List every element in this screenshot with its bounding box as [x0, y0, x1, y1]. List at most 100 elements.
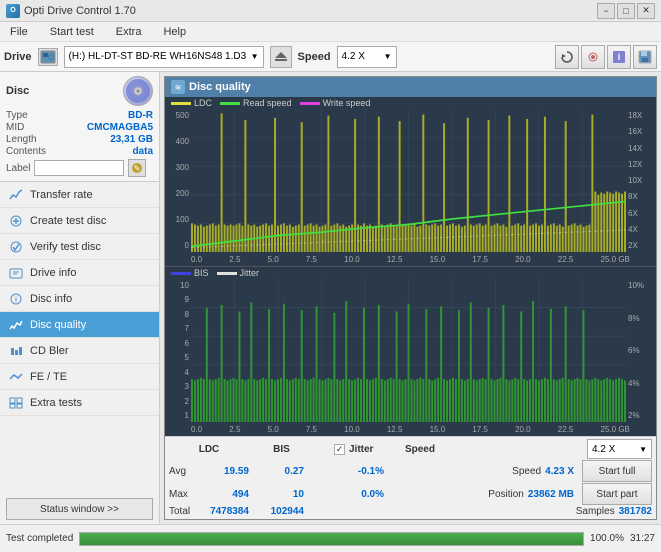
speed-dropdown[interactable]: 4.2 X ▼: [337, 46, 397, 68]
legend-bis: BIS: [171, 268, 209, 278]
stats-bar: LDC BIS ✓ Jitter Speed 4.2 X ▼: [165, 436, 656, 519]
drive-dropdown[interactable]: (H:) HL-DT-ST BD-RE WH16NS48 1.D3 ▼: [64, 46, 264, 68]
menu-bar: File Start test Extra Help: [0, 22, 661, 42]
drive-settings-button[interactable]: [581, 45, 605, 69]
chart2-body: 10 9 8 7 6 5 4 3 2 1: [165, 279, 656, 422]
x1-200: 20.0: [515, 255, 531, 264]
y2-1: 1: [167, 411, 189, 420]
nav-verify-test-disc[interactable]: Verify test disc: [0, 234, 159, 260]
nav-transfer-rate-label: Transfer rate: [30, 189, 93, 201]
nav-disc-quality[interactable]: Disc quality: [0, 312, 159, 338]
speed-val-label: Speed: [512, 466, 541, 477]
jitter-checkbox[interactable]: ✓: [334, 444, 345, 455]
chart1-x-labels: 0.0 2.5 5.0 7.5 10.0 12.5 15.0 17.5 20.0…: [191, 252, 630, 266]
speed-value: 4.2 X: [342, 51, 365, 62]
fe-te-icon: [8, 369, 24, 385]
chart2-container: BIS Jitter 10 9 8: [165, 267, 656, 436]
start-part-button[interactable]: Start part: [582, 483, 652, 505]
x2-75: 7.5: [306, 425, 317, 434]
y1-label-500: 500: [167, 111, 189, 120]
status-text: Test completed: [6, 533, 73, 544]
disc-type-label: Type: [6, 110, 28, 121]
total-ldc: 7478384: [204, 506, 249, 517]
x1-175: 17.5: [472, 255, 488, 264]
nav-section: Transfer rate Create test disc Verify te…: [0, 182, 159, 494]
svg-text:i: i: [618, 52, 621, 62]
nav-disc-info[interactable]: i Disc info: [0, 286, 159, 312]
legend-jitter: Jitter: [217, 268, 260, 278]
drive-info-icon: [8, 265, 24, 281]
disc-label-row: Label ✎: [6, 159, 153, 177]
chart2-legend: BIS Jitter: [165, 267, 656, 279]
menu-file[interactable]: File: [4, 24, 34, 40]
drive-dropdown-text: (H:) HL-DT-ST BD-RE WH16NS48 1.D3: [69, 51, 247, 62]
total-bis: 102944: [259, 506, 304, 517]
drive-save-button[interactable]: [633, 45, 657, 69]
y2r-10pct: 10%: [628, 281, 654, 290]
drive-info-button[interactable]: i: [607, 45, 631, 69]
nav-cd-bler[interactable]: CD Bler: [0, 338, 159, 364]
y1r-10x: 10X: [628, 176, 654, 185]
disc-length-label: Length: [6, 134, 37, 145]
y2r-6pct: 6%: [628, 346, 654, 355]
x2-125: 12.5: [387, 425, 403, 434]
disc-contents-row: Contents data: [6, 146, 153, 157]
nav-disc-quality-label: Disc quality: [30, 319, 86, 331]
y1-label-300: 300: [167, 163, 189, 172]
bis-color: [171, 272, 191, 275]
disc-quality-icon: [8, 317, 24, 333]
drive-refresh-button[interactable]: [555, 45, 579, 69]
bis-label: BIS: [194, 268, 209, 278]
start-full-button[interactable]: Start full: [582, 460, 652, 482]
jitter-checkmark: ✓: [336, 444, 344, 455]
menu-start-test[interactable]: Start test: [44, 24, 100, 40]
disc-quality-title: Disc quality: [189, 81, 251, 93]
nav-create-test-disc[interactable]: Create test disc: [0, 208, 159, 234]
disc-quality-panel: ≋ Disc quality LDC Read: [164, 76, 657, 520]
y1-label-100: 100: [167, 215, 189, 224]
nav-fe-te[interactable]: FE / TE: [0, 364, 159, 390]
maximize-button[interactable]: □: [617, 3, 635, 19]
close-button[interactable]: ✕: [637, 3, 655, 19]
stats-speed-dropdown[interactable]: 4.2 X ▼: [587, 439, 652, 459]
avg-bis: 0.27: [259, 466, 304, 477]
jitter-checkbox-label: Jitter: [349, 444, 373, 455]
disc-contents-value: data: [132, 146, 153, 157]
x1-225: 22.5: [558, 255, 574, 264]
nav-transfer-rate[interactable]: Transfer rate: [0, 182, 159, 208]
disc-label-edit-button[interactable]: ✎: [128, 159, 146, 177]
samples-group: Samples 381782: [324, 506, 652, 517]
minimize-button[interactable]: −: [597, 3, 615, 19]
content-area: ≋ Disc quality LDC Read: [160, 72, 661, 524]
disc-contents-label: Contents: [6, 146, 46, 157]
chart2-x-labels: 0.0 2.5 5.0 7.5 10.0 12.5 15.0 17.5 20.0…: [191, 422, 630, 436]
write-speed-label: Write speed: [323, 98, 371, 108]
nav-extra-tests[interactable]: Extra tests: [0, 390, 159, 416]
nav-fe-te-label: FE / TE: [30, 371, 67, 383]
avg-label: Avg: [169, 466, 204, 477]
extra-tests-icon: [8, 395, 24, 411]
drive-action-buttons: i: [555, 45, 657, 69]
x2-150: 15.0: [430, 425, 446, 434]
nav-verify-test-disc-label: Verify test disc: [30, 241, 101, 253]
disc-label-input[interactable]: [34, 160, 124, 176]
main-layout: Disc Type BD-R MID CMCMAGBA5 Length 23,3…: [0, 72, 661, 524]
x1-50: 5.0: [268, 255, 279, 264]
ldc-color: [171, 102, 191, 105]
jitter-color: [217, 272, 237, 275]
nav-drive-info[interactable]: Drive info: [0, 260, 159, 286]
sidebar: Disc Type BD-R MID CMCMAGBA5 Length 23,3…: [0, 72, 160, 524]
disc-length-value: 23,31 GB: [110, 134, 153, 145]
status-window-button[interactable]: Status window >>: [6, 498, 153, 520]
max-jitter: 0.0%: [324, 489, 384, 500]
chart1-svg: [191, 109, 626, 252]
menu-extra[interactable]: Extra: [110, 24, 148, 40]
read-speed-color: [220, 102, 240, 105]
app-icon: O: [6, 4, 20, 18]
chart1-y-axis-right: 18X 16X 14X 12X 10X 8X 6X 4X 2X: [626, 109, 656, 252]
chart2-y-axis-right: 10% 8% 6% 4% 2%: [626, 279, 656, 422]
drive-eject-button[interactable]: [270, 46, 292, 68]
charts-container: LDC Read speed Write speed: [165, 97, 656, 519]
nav-create-test-disc-label: Create test disc: [30, 215, 106, 227]
menu-help[interactable]: Help: [157, 24, 192, 40]
